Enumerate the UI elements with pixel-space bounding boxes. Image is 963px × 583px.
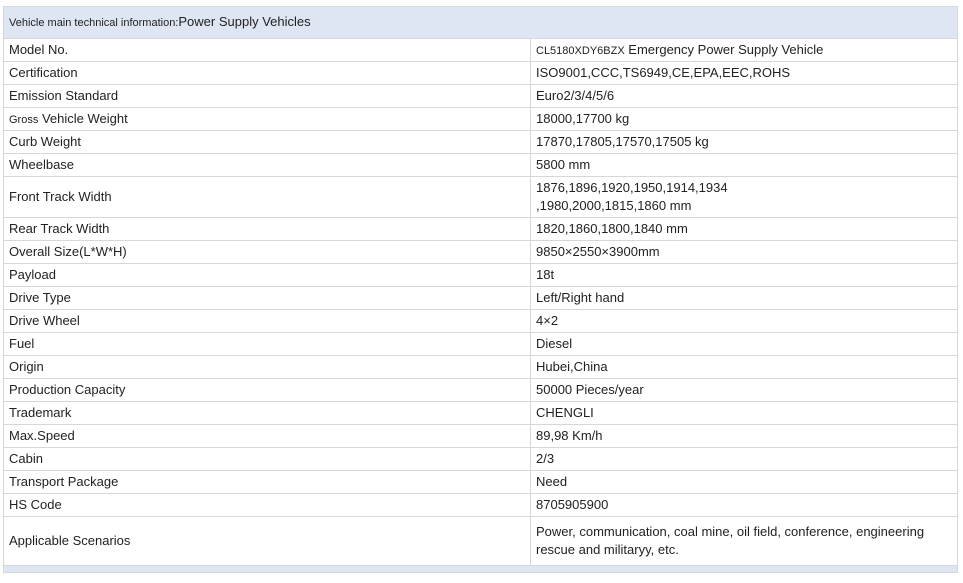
row-label: Payload [3, 263, 531, 287]
row-value: 5800 mm [530, 153, 958, 177]
row-value: 9850×2550×3900mm [530, 240, 958, 264]
row-label: Wheelbase [3, 153, 531, 177]
row-label: Max.Speed [3, 424, 531, 448]
table-row: Rear Track Width 1820,1860,1800,1840 mm [3, 217, 958, 241]
table-row: Payload 18t [3, 263, 958, 287]
model-description: Emergency Power Supply Vehicle [624, 41, 824, 57]
table-row: Gross Vehicle Weight 18000,17700 kg [3, 107, 958, 131]
row-label: Drive Wheel [3, 309, 531, 333]
row-label: Front Track Width [3, 176, 531, 218]
table-row: Curb Weight 17870,17805,17570,17505 kg [3, 130, 958, 154]
row-value: Hubei,China [530, 355, 958, 379]
row-label: Production Capacity [3, 378, 531, 402]
row-label: Emission Standard [3, 84, 531, 108]
table-row: Applicable Scenarios Power, communicatio… [3, 516, 958, 566]
row-value: 18t [530, 263, 958, 287]
table-row: Origin Hubei,China [3, 355, 958, 379]
table-row: Production Capacity 50000 Pieces/year [3, 378, 958, 402]
header-title: Power Supply Vehicles [178, 14, 311, 29]
row-value: 4×2 [530, 309, 958, 333]
row-label: Drive Type [3, 286, 531, 310]
row-label: Trademark [3, 401, 531, 425]
table-row: Wheelbase 5800 mm [3, 153, 958, 177]
table-row: HS Code 8705905900 [3, 493, 958, 517]
table-footer-row [3, 565, 958, 573]
table-row: Certification ISO9001,CCC,TS6949,CE,EPA,… [3, 61, 958, 85]
vehicle-spec-table: Vehicle main technical information:Power… [3, 6, 958, 573]
table-row: Fuel Diesel [3, 332, 958, 356]
table-row: Model No. CL5180XDY6BZX Emergency Power … [3, 38, 958, 62]
value-line: 1876,1896,1920,1950,1914,1934 [536, 180, 728, 195]
row-label: Model No. [3, 38, 531, 62]
row-value: Euro2/3/4/5/6 [530, 84, 958, 108]
row-value: 2/3 [530, 447, 958, 471]
value-line: Power, communication, coal mine, oil fie… [536, 524, 925, 539]
row-label: Gross Vehicle Weight [3, 107, 531, 131]
table-row: Trademark CHENGLI [3, 401, 958, 425]
model-code: CL5180XDY6BZX [536, 44, 625, 57]
row-value: Need [530, 470, 958, 494]
table-row: Drive Wheel 4×2 [3, 309, 958, 333]
row-value: 89,98 Km/h [530, 424, 958, 448]
table-row: Front Track Width 1876,1896,1920,1950,19… [3, 176, 958, 218]
table-row: Max.Speed 89,98 Km/h [3, 424, 958, 448]
row-value: 1876,1896,1920,1950,1914,1934 ,1980,2000,… [530, 176, 958, 218]
row-value: 8705905900 [530, 493, 958, 517]
table-row: Cabin 2/3 [3, 447, 958, 471]
spec-table-container: Vehicle main technical information:Power… [3, 6, 958, 573]
row-label: Overall Size(L*W*H) [3, 240, 531, 264]
row-label: Rear Track Width [3, 217, 531, 241]
row-value: 17870,17805,17570,17505 kg [530, 130, 958, 154]
label-main-part: Vehicle Weight [38, 110, 128, 126]
row-value: CHENGLI [530, 401, 958, 425]
row-value: 50000 Pieces/year [530, 378, 958, 402]
table-header-cell: Vehicle main technical information:Power… [3, 6, 958, 39]
row-label: Curb Weight [3, 130, 531, 154]
row-label: Fuel [3, 332, 531, 356]
table-header-row: Vehicle main technical information:Power… [3, 6, 958, 39]
row-value: 1820,1860,1800,1840 mm [530, 217, 958, 241]
row-value: ISO9001,CCC,TS6949,CE,EPA,EEC,ROHS [530, 61, 958, 85]
row-label: Origin [3, 355, 531, 379]
row-value: CL5180XDY6BZX Emergency Power Supply Veh… [530, 38, 958, 62]
row-value: Left/Right hand [530, 286, 958, 310]
row-label: HS Code [3, 493, 531, 517]
row-value: Power, communication, coal mine, oil fie… [530, 516, 958, 566]
header-prefix: Vehicle main technical information: [9, 17, 179, 29]
row-label: Cabin [3, 447, 531, 471]
table-row: Emission Standard Euro2/3/4/5/6 [3, 84, 958, 108]
table-row: Drive Type Left/Right hand [3, 286, 958, 310]
row-label: Certification [3, 61, 531, 85]
value-line: ,1980,2000,1815,1860 mm [536, 198, 692, 213]
table-row: Overall Size(L*W*H) 9850×2550×3900mm [3, 240, 958, 264]
row-value: Diesel [530, 332, 958, 356]
table-row: Transport Package Need [3, 470, 958, 494]
value-line: rescue and militaryy, etc. [536, 542, 679, 557]
row-label: Applicable Scenarios [3, 516, 531, 566]
table-footer-cell [3, 565, 958, 573]
label-small-part: Gross [9, 113, 39, 126]
row-value: 18000,17700 kg [530, 107, 958, 131]
row-label: Transport Package [3, 470, 531, 494]
